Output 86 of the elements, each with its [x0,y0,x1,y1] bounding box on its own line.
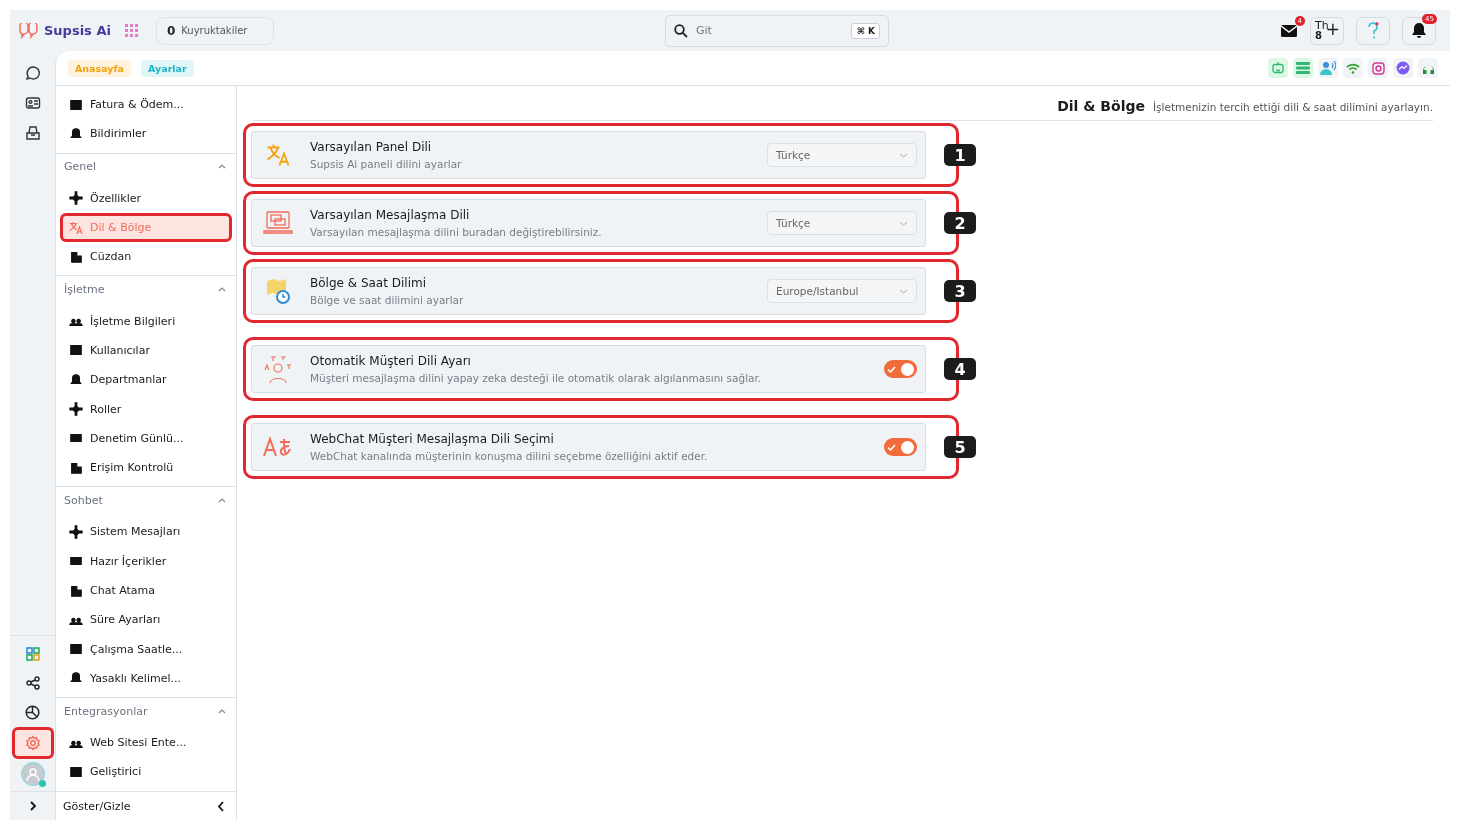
sidebar-item[interactable]: Bildirimler [60,119,232,149]
sidebar-item[interactable]: Sistem Mesajları [60,517,232,547]
chevron-icon [218,497,226,503]
list-icon[interactable] [1296,62,1310,74]
caret-icon [899,152,908,158]
sidebar-item[interactable]: Çalışma Saatle... [60,634,232,664]
sidebar-item[interactable]: Denetim Günlü... [60,423,232,453]
laptop-chat-icon [263,209,293,237]
search-field[interactable]: Git [693,23,846,38]
callout-number: 2 [944,212,976,234]
callout-number: 3 [944,280,976,302]
toggle-switch[interactable] [884,360,917,378]
page-title: Dil & Bölge [1057,98,1145,114]
setting-title: Varsayılan Mesajlaşma Dili [310,208,471,222]
section-header[interactable]: Genel [56,153,236,180]
messenger-icon[interactable] [1396,61,1410,75]
sidebar-item[interactable]: Özellikler [60,183,232,213]
search-bar[interactable]: Git ⌘ K [664,14,889,47]
person-languages-icon [263,354,293,384]
dropdown-select[interactable]: Europe/Istanbul [767,279,917,303]
user-avatar[interactable] [20,762,45,786]
sidebar-item[interactable]: Kullanıcılar [60,335,232,366]
chevron-icon [218,287,226,292]
setting-description: Varsayılan mesajlaşma dilini buradan değiştirebilirsiniz. [310,226,603,238]
inbox-icon[interactable] [24,125,41,141]
callout-number: 5 [944,436,976,458]
logo-icon [18,22,40,39]
sidebar-item[interactable]: Cüzdan [60,242,232,272]
sidebar-item[interactable]: Erişim Kontrolü [60,452,232,483]
expand-chevron-icon[interactable] [28,800,37,812]
caret-icon [899,288,908,294]
setting-title: Otomatik Müşteri Dili Ayarı [310,354,472,368]
camera-icon[interactable] [1371,61,1385,75]
sidebar-item[interactable]: Geliştirici [60,757,232,787]
sidebar-item[interactable]: Chat Atama [60,575,232,606]
setting-description: Bölge ve saat dilimini ayarlar [310,294,465,306]
show-hide-toggle[interactable]: Göster/Gizle [56,791,236,820]
apps-grid-icon[interactable] [124,24,138,37]
pie-chart-icon[interactable] [25,704,40,720]
sidebar-item[interactable]: Roller [60,394,232,424]
chevron-icon [218,708,226,714]
chevron-icon [218,164,226,170]
sidebar-item[interactable]: Hazır İçerikler [60,546,232,576]
page-subtitle: İşletmenizin tercih ettiği dili & saat dilimini ayarlayın. [1152,101,1433,113]
bell-icon[interactable] [1411,22,1427,39]
settings-icon[interactable] [24,735,41,751]
collapse-chevron-icon [217,800,224,812]
section-header[interactable]: İşletme [56,276,236,303]
translate-icon [266,143,290,167]
setting-description: Müşteri mesajlaşma dilini yapay zeka desteği ile otomatik olarak algılanmasını sağlar. [310,372,763,384]
map-clock-icon [264,277,292,305]
help-icon[interactable] [1367,21,1379,40]
toggle-switch[interactable] [884,438,917,456]
caret-icon [899,220,908,226]
queue-counter[interactable]: 0 Kuyruktakiler [155,16,274,45]
translate-icon [69,220,83,235]
check-icon [887,365,896,373]
sidebar-item[interactable]: Yasaklı Kelimel... [60,663,232,694]
section-header[interactable]: Entegrasyonlar [56,698,236,725]
dashboard-grid-icon[interactable] [25,647,40,661]
setting-description: WebChat kanalında müşterinin konuşma dilini seçebme özelliğini aktif eder. [310,450,709,462]
sidebar-item[interactable]: Web Sitesi Ente... [60,728,232,758]
shortcut-key: ⌘ K [851,22,880,39]
callout-number: 4 [944,358,976,380]
mail-icon[interactable] [1280,23,1298,38]
setting-description: Supsis Ai paneli dilini ayarlar [310,158,463,170]
chat-bubble-icon[interactable] [24,65,41,81]
setting-title: WebChat Müşteri Mesajlaşma Dili Seçimi [310,432,555,446]
sidebar-item[interactable]: Süre Ayarları [60,605,232,635]
sidebar-item[interactable]: Departmanlar [60,365,232,395]
dropdown-select[interactable]: Türkçe [767,143,917,167]
dropdown-select[interactable]: Türkçe [767,211,917,235]
voice-user-icon[interactable] [1320,61,1336,75]
callout-number: 1 [944,144,976,166]
wifi-icon[interactable] [1346,62,1360,74]
share-icon[interactable] [25,676,40,690]
app-logo-text: Supsis Ai [44,23,111,38]
setting-title: Bölge & Saat Dilimi [310,276,427,290]
robot-icon[interactable] [1271,61,1285,75]
sidebar-item[interactable]: İşletme Bilgileri [60,306,232,336]
search-icon [673,23,688,38]
section-header[interactable]: Sohbet [56,487,236,514]
setting-title: Varsayılan Panel Dili [310,140,433,154]
sidebar-item[interactable]: Fatura & Ödem... [60,90,232,120]
check-icon [887,443,896,451]
contact-card-icon[interactable] [24,95,41,111]
